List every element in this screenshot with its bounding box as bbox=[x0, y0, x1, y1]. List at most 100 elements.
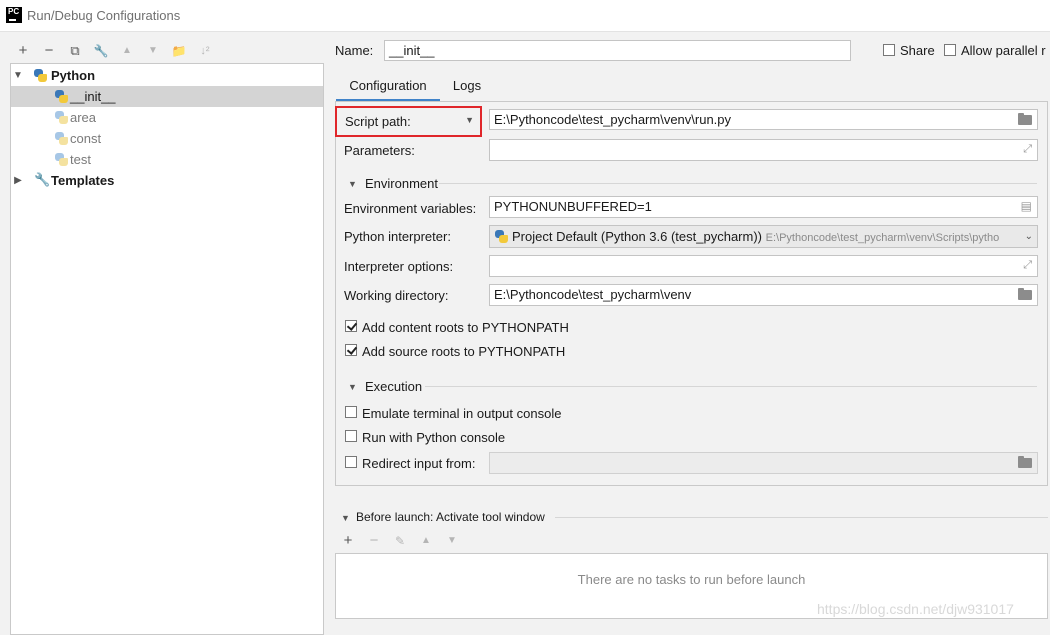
interp-options-input[interactable]: ⤢ bbox=[489, 255, 1038, 277]
working-dir-label: Working directory: bbox=[344, 288, 449, 303]
python-icon bbox=[55, 132, 68, 145]
edit-defaults-button[interactable]: 🔧 bbox=[92, 42, 110, 60]
add-content-roots-label: Add content roots to PYTHONPATH bbox=[362, 320, 569, 335]
script-path-input[interactable]: E:\Pythoncode\test_pycharm\venv\run.py bbox=[489, 109, 1038, 130]
chevron-right-icon[interactable]: ▶ bbox=[13, 170, 23, 191]
python-icon bbox=[55, 111, 68, 124]
expand-icon[interactable]: ⤢ bbox=[1023, 143, 1032, 156]
add-configuration-button[interactable]: + bbox=[14, 42, 32, 60]
tree-item-area[interactable]: area bbox=[11, 107, 323, 128]
python-icon bbox=[55, 153, 68, 166]
add-content-roots-checkbox[interactable] bbox=[345, 320, 357, 332]
plus-icon: + bbox=[343, 532, 353, 549]
chevron-down-icon[interactable]: ⌄ bbox=[1025, 226, 1033, 247]
tree-item-label: test bbox=[70, 152, 91, 167]
remove-configuration-button[interactable]: − bbox=[40, 42, 58, 60]
move-up-button[interactable]: ▲ bbox=[118, 42, 136, 60]
pencil-icon: ✎ bbox=[394, 534, 406, 548]
interpreter-path: E:\Pythoncode\test_pycharm\venv\Scripts\… bbox=[765, 232, 1000, 244]
before-launch-title: Before launch: Activate tool window bbox=[356, 510, 545, 524]
sort-icon: ↓² bbox=[200, 45, 210, 57]
plus-icon: + bbox=[18, 42, 28, 59]
new-folder-button[interactable]: 📁 bbox=[170, 42, 188, 60]
title-bar: PC Run/Debug Configurations bbox=[0, 0, 1050, 32]
execution-section-title: Execution bbox=[365, 379, 423, 394]
collapse-execution-icon[interactable]: ▼ bbox=[348, 382, 357, 392]
emulate-terminal-checkbox[interactable] bbox=[345, 406, 357, 418]
wrench-icon: 🔧 bbox=[93, 44, 109, 58]
section-divider bbox=[425, 386, 1037, 387]
name-label: Name: bbox=[335, 43, 374, 58]
minus-icon: − bbox=[44, 42, 54, 59]
script-path-label: Script path: bbox=[345, 114, 411, 129]
pycharm-app-icon: PC bbox=[6, 7, 22, 23]
python-icon bbox=[55, 90, 68, 103]
tree-label-templates: Templates bbox=[51, 173, 115, 188]
parameters-label: Parameters: bbox=[344, 143, 415, 158]
arrow-up-icon: ▲ bbox=[421, 535, 431, 546]
minus-icon: − bbox=[369, 532, 379, 549]
configuration-tree[interactable]: ▼ Python __init__ area const test ▶ 🔧 Te… bbox=[10, 63, 324, 635]
parameters-input[interactable]: ⤢ bbox=[489, 139, 1038, 161]
add-source-roots-checkbox[interactable] bbox=[345, 344, 357, 356]
tree-node-python[interactable]: ▼ Python bbox=[11, 65, 323, 86]
emulate-terminal-label: Emulate terminal in output console bbox=[362, 406, 562, 421]
redirect-input-field[interactable] bbox=[489, 452, 1038, 474]
copy-icon: ⧉ bbox=[70, 43, 80, 58]
tree-label-python: Python bbox=[51, 68, 96, 83]
share-checkbox[interactable] bbox=[883, 44, 895, 56]
allow-parallel-checkbox[interactable] bbox=[944, 44, 956, 56]
run-python-console-checkbox[interactable] bbox=[345, 430, 357, 442]
interp-options-label: Interpreter options: bbox=[344, 259, 454, 274]
env-vars-label: Environment variables: bbox=[344, 201, 477, 216]
section-divider bbox=[439, 183, 1037, 184]
folder-icon[interactable] bbox=[1018, 288, 1032, 300]
name-input[interactable]: __init__ bbox=[384, 40, 851, 61]
section-divider bbox=[555, 517, 1048, 518]
working-dir-value: E:\Pythoncode\test_pycharm\venv bbox=[494, 287, 692, 302]
python-icon bbox=[34, 69, 47, 82]
folder-icon[interactable] bbox=[1018, 456, 1032, 468]
allow-parallel-label: Allow parallel r bbox=[961, 43, 1046, 58]
move-task-down-button[interactable]: ▼ bbox=[443, 532, 461, 550]
script-path-value: E:\Pythoncode\test_pycharm\venv\run.py bbox=[494, 112, 732, 127]
dropdown-arrow-icon: ▼ bbox=[465, 115, 474, 125]
add-source-roots-label: Add source roots to PYTHONPATH bbox=[362, 344, 566, 359]
chevron-down-icon[interactable]: ▼ bbox=[13, 65, 23, 86]
edit-task-button[interactable]: ✎ bbox=[391, 532, 409, 550]
tree-item-label: area bbox=[70, 110, 97, 125]
list-edit-icon[interactable]: ▤ bbox=[1021, 200, 1032, 213]
working-dir-input[interactable]: E:\Pythoncode\test_pycharm\venv bbox=[489, 284, 1038, 306]
copy-configuration-button[interactable]: ⧉ bbox=[66, 42, 84, 60]
arrow-up-icon: ▲ bbox=[122, 45, 132, 56]
env-vars-input[interactable]: PYTHONUNBUFFERED=1 ▤ bbox=[489, 196, 1038, 218]
arrow-down-icon: ▼ bbox=[447, 535, 457, 546]
tree-item-label: const bbox=[70, 131, 102, 146]
script-path-selector[interactable]: Script path: ▼ bbox=[335, 106, 482, 137]
interpreter-label: Python interpreter: bbox=[344, 229, 451, 244]
tree-item-const[interactable]: const bbox=[11, 128, 323, 149]
tab-configuration[interactable]: Configuration bbox=[336, 72, 440, 102]
tree-item-test[interactable]: test bbox=[11, 149, 323, 170]
tree-item-init[interactable]: __init__ bbox=[11, 86, 323, 107]
expand-icon[interactable]: ⤢ bbox=[1023, 259, 1032, 272]
remove-task-button[interactable]: − bbox=[365, 532, 383, 550]
collapse-environment-icon[interactable]: ▼ bbox=[348, 179, 357, 189]
interpreter-select[interactable]: Project Default (Python 3.6 (test_pychar… bbox=[489, 225, 1038, 248]
tree-node-templates[interactable]: ▶ 🔧 Templates bbox=[11, 170, 323, 191]
wrench-icon: 🔧 bbox=[34, 172, 51, 187]
collapse-before-launch-icon[interactable]: ▼ bbox=[341, 513, 350, 523]
environment-section-title: Environment bbox=[365, 176, 438, 191]
move-task-up-button[interactable]: ▲ bbox=[417, 532, 435, 550]
move-down-button[interactable]: ▼ bbox=[144, 42, 162, 60]
watermark: https://blog.csdn.net/djw931017 bbox=[817, 601, 1014, 617]
tab-logs[interactable]: Logs bbox=[444, 72, 490, 102]
run-python-console-label: Run with Python console bbox=[362, 430, 506, 445]
sort-button[interactable]: ↓² bbox=[196, 42, 214, 60]
interpreter-value: Project Default (Python 3.6 (test_pychar… bbox=[512, 229, 762, 244]
redirect-input-checkbox[interactable] bbox=[345, 456, 357, 468]
python-icon bbox=[495, 230, 508, 243]
folder-icon[interactable] bbox=[1018, 113, 1032, 125]
add-task-button[interactable]: + bbox=[339, 532, 357, 550]
empty-tasks-text: There are no tasks to run before launch bbox=[577, 572, 806, 587]
